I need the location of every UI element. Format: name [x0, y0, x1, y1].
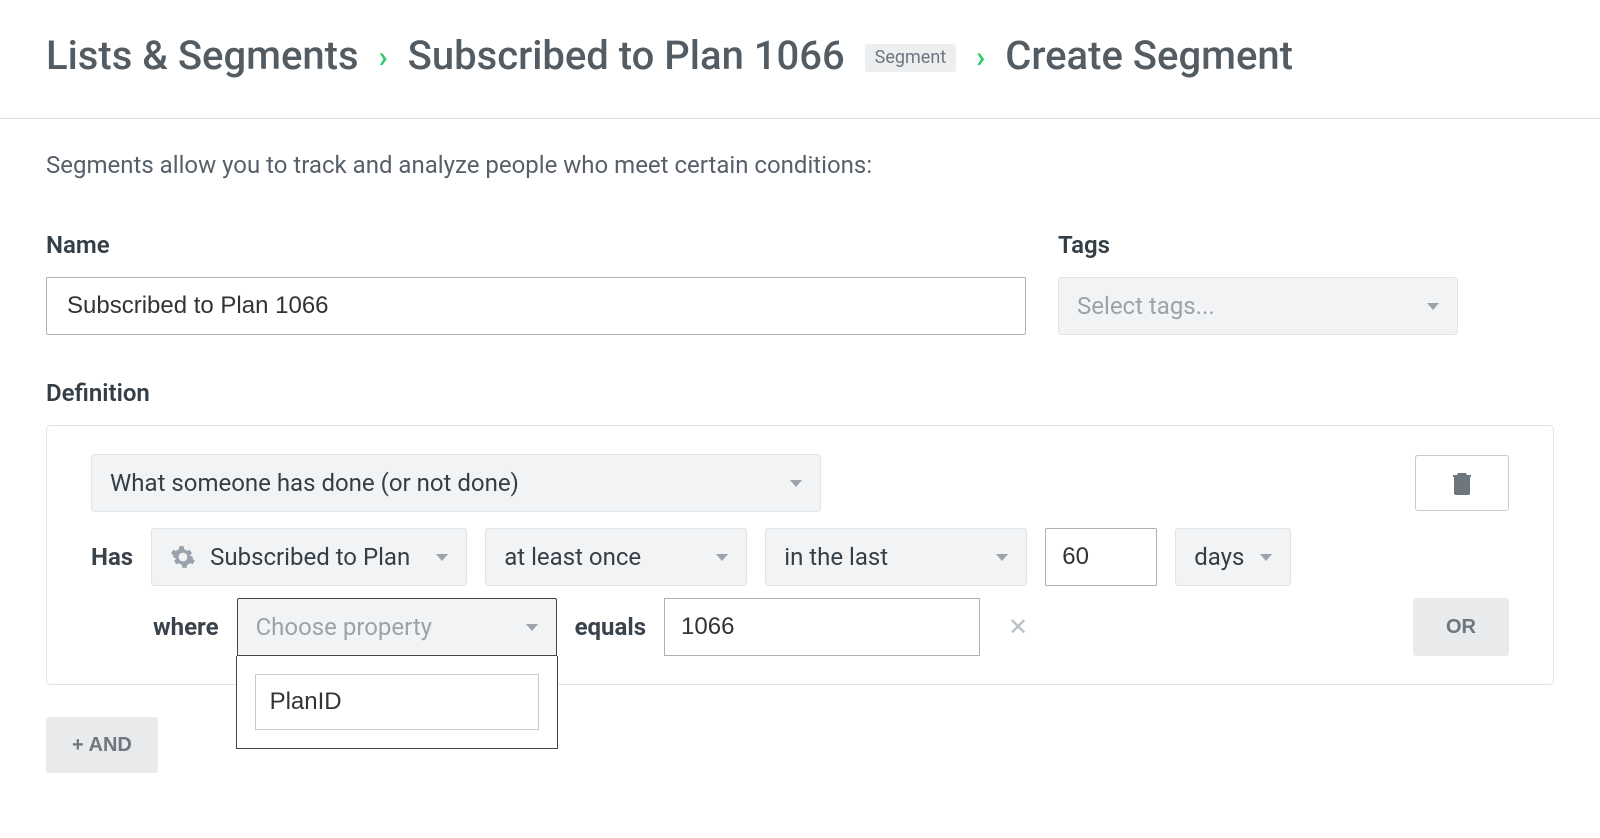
- clear-value-button[interactable]: ✕: [998, 598, 1038, 656]
- intro-text: Segments allow you to track and analyze …: [46, 151, 1554, 179]
- frequency-select[interactable]: at least once: [485, 528, 747, 586]
- property-search-input[interactable]: [255, 674, 539, 730]
- breadcrumb-parent-label: Subscribed to Plan 1066: [408, 32, 845, 79]
- where-keyword: where: [153, 598, 219, 656]
- period-label: days: [1194, 543, 1244, 571]
- caret-down-icon: [1260, 554, 1272, 561]
- property-dropdown-panel: [236, 656, 558, 749]
- caret-down-icon: [716, 554, 728, 561]
- breadcrumb-root[interactable]: Lists & Segments: [46, 34, 359, 78]
- number-input[interactable]: [1045, 528, 1157, 586]
- gear-icon: [170, 544, 196, 570]
- has-keyword: Has: [91, 543, 133, 571]
- event-label: Subscribed to Plan: [210, 543, 410, 571]
- caret-down-icon: [996, 554, 1008, 561]
- timeframe-select[interactable]: in the last: [765, 528, 1027, 586]
- chevron-right-icon: ›: [379, 41, 388, 74]
- property-placeholder: Choose property: [256, 613, 432, 641]
- tags-select[interactable]: Select tags...: [1058, 277, 1458, 335]
- condition-type-select[interactable]: What someone has done (or not done): [91, 454, 821, 512]
- or-button[interactable]: OR: [1413, 598, 1509, 656]
- segment-badge: Segment: [865, 44, 957, 72]
- breadcrumb-parent[interactable]: Subscribed to Plan 1066 Segment: [408, 34, 957, 78]
- tags-label: Tags: [1058, 231, 1458, 259]
- chevron-right-icon: ›: [976, 41, 985, 74]
- caret-down-icon: [1427, 303, 1439, 310]
- caret-down-icon: [526, 624, 538, 631]
- definition-label: Definition: [46, 379, 1554, 407]
- event-select[interactable]: Subscribed to Plan: [151, 528, 467, 586]
- breadcrumb: Lists & Segments › Subscribed to Plan 10…: [46, 34, 1554, 78]
- add-and-button[interactable]: + AND: [46, 717, 158, 773]
- caret-down-icon: [790, 480, 802, 487]
- condition-type-label: What someone has done (or not done): [110, 469, 519, 497]
- timeframe-label: in the last: [784, 543, 888, 571]
- definition-card: What someone has done (or not done) Has …: [46, 425, 1554, 685]
- property-dropdown[interactable]: Choose property: [237, 598, 557, 656]
- value-input[interactable]: [664, 598, 980, 656]
- name-input[interactable]: [46, 277, 1026, 335]
- caret-down-icon: [436, 554, 448, 561]
- frequency-label: at least once: [504, 543, 641, 571]
- breadcrumb-current: Create Segment: [1005, 34, 1293, 78]
- delete-condition-button[interactable]: [1415, 455, 1509, 511]
- name-label: Name: [46, 231, 1026, 259]
- period-select[interactable]: days: [1175, 528, 1291, 586]
- trash-icon: [1452, 471, 1472, 495]
- tags-placeholder: Select tags...: [1077, 292, 1215, 320]
- equals-keyword: equals: [575, 598, 646, 656]
- property-select-button[interactable]: Choose property: [237, 598, 557, 656]
